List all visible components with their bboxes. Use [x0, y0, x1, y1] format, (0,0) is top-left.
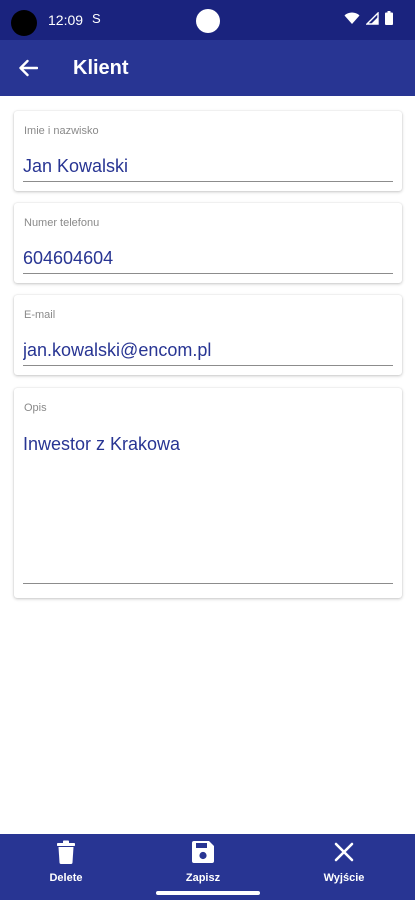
description-field-label: Opis: [24, 402, 47, 414]
app-bar: Klient: [0, 40, 415, 96]
description-textarea-underline: [23, 583, 393, 584]
name-field-label: Imie i nazwisko: [24, 125, 99, 137]
status-time: 12:09: [48, 12, 84, 28]
name-field-card: Imie i nazwisko: [14, 111, 402, 191]
delete-button-label: Delete: [49, 872, 83, 884]
status-bar: 12:09 S: [0, 0, 415, 40]
phone-input-underline: [23, 273, 393, 274]
status-icons: [344, 11, 393, 25]
email-field-card: E-mail: [14, 295, 402, 375]
name-input-underline: [23, 181, 393, 182]
delete-button[interactable]: Delete: [16, 834, 116, 884]
email-field-label: E-mail: [24, 309, 56, 321]
email-input-underline: [23, 365, 393, 366]
front-camera-punch-hole: [196, 9, 220, 33]
email-input[interactable]: [23, 340, 393, 361]
floppy-disk-icon: [192, 841, 214, 863]
save-button[interactable]: Zapisz: [153, 834, 253, 884]
save-button-label: Zapisz: [185, 872, 221, 884]
close-icon: [334, 842, 354, 862]
home-indicator[interactable]: [156, 891, 260, 895]
back-button[interactable]: [14, 54, 42, 82]
phone-field-card: Numer telefonu: [14, 203, 402, 283]
phone-input[interactable]: [23, 248, 393, 269]
signal-icon: [366, 11, 379, 25]
description-field-card: Opis Inwestor z Krakowa: [14, 388, 402, 598]
page-title: Klient: [73, 57, 129, 79]
trash-icon: [57, 840, 75, 864]
exit-button[interactable]: Wyjście: [294, 834, 394, 884]
wifi-icon: [344, 12, 360, 24]
battery-icon: [385, 11, 393, 25]
notification-app-icon: S: [92, 11, 101, 26]
exit-button-label: Wyjście: [323, 872, 365, 884]
description-textarea[interactable]: Inwestor z Krakowa: [23, 434, 393, 455]
name-input[interactable]: [23, 156, 393, 177]
phone-field-label: Numer telefonu: [24, 217, 100, 229]
arrow-back-icon: [19, 59, 38, 77]
camera-cutout: [11, 10, 37, 36]
